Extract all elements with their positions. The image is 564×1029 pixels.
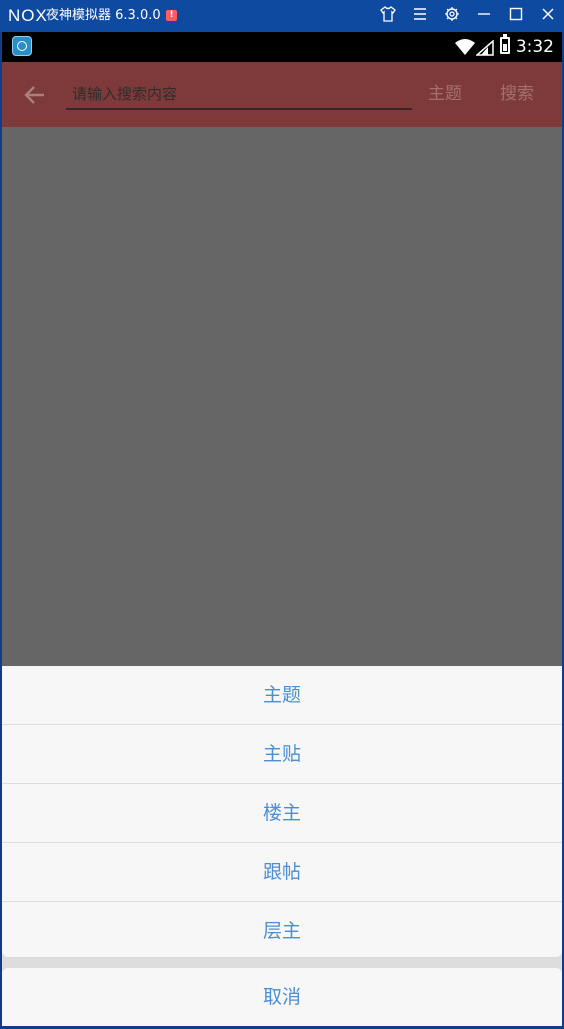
sheet-option-reply[interactable]: 跟帖 — [2, 843, 562, 902]
search-input[interactable] — [66, 80, 412, 110]
status-bar: 3:32 — [2, 32, 562, 62]
action-sheet-options: 主题 主贴 楼主 跟帖 层主 — [2, 666, 562, 957]
maximize-icon[interactable] — [506, 6, 526, 26]
search-mode-button[interactable]: 主题 — [428, 82, 462, 106]
wifi-icon — [455, 39, 475, 55]
cancel-button[interactable]: 取消 — [2, 968, 562, 1026]
back-arrow-icon[interactable] — [22, 82, 48, 108]
sheet-option-topic[interactable]: 主题 — [2, 666, 562, 725]
search-button[interactable]: 搜索 — [500, 82, 534, 106]
menu-icon[interactable] — [410, 6, 430, 26]
close-icon[interactable] — [538, 6, 558, 26]
alert-badge[interactable]: ! — [166, 10, 177, 21]
app-notification-icon — [12, 36, 32, 56]
sheet-option-main-post[interactable]: 主贴 — [2, 725, 562, 784]
status-time: 3:32 — [515, 37, 554, 57]
battery-icon — [500, 34, 510, 54]
sheet-option-thread-owner[interactable]: 楼主 — [2, 784, 562, 843]
emulator-title: 夜神模拟器 6.3.0.0 — [46, 8, 161, 23]
sheet-option-floor-owner[interactable]: 层主 — [2, 902, 562, 957]
emulator-logo: NOX — [8, 6, 48, 25]
results-area-dimmed[interactable] — [2, 127, 562, 666]
search-app-bar: 主题 搜索 — [2, 62, 562, 127]
phone-screen: 3:32 主题 搜索 主题 主贴 楼主 跟帖 层主 取消 — [2, 32, 562, 1026]
settings-icon[interactable] — [442, 6, 462, 26]
action-sheet: 主题 主贴 楼主 跟帖 层主 取消 — [2, 666, 562, 1026]
minimize-icon[interactable] — [474, 6, 494, 26]
emulator-title-bar: NOX 夜神模拟器 6.3.0.0 ! — [0, 0, 564, 32]
signal-icon — [476, 40, 494, 56]
shirt-icon[interactable] — [378, 6, 398, 26]
